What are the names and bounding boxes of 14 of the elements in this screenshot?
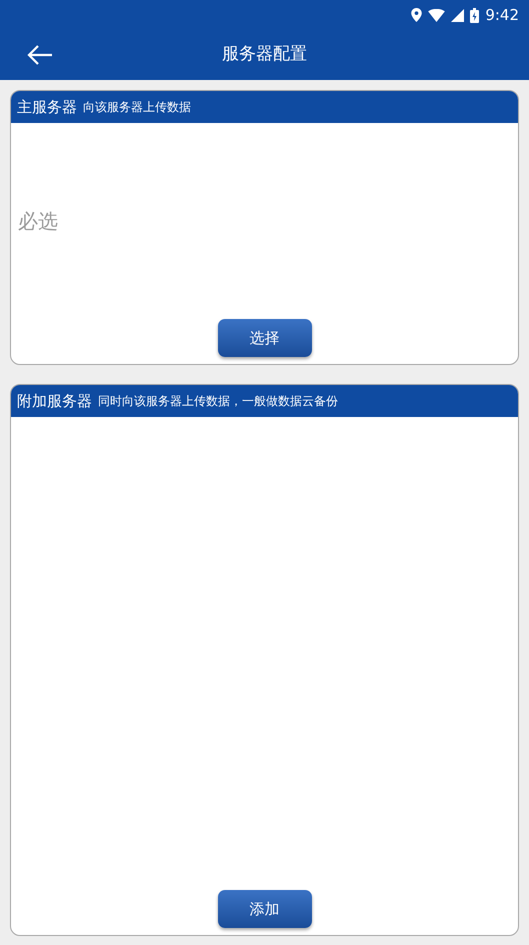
signal-icon bbox=[451, 8, 464, 22]
section-title: 主服务器 bbox=[17, 96, 77, 118]
action-button[interactable]: 添加 bbox=[218, 890, 312, 928]
page-title: 服务器配置 bbox=[222, 43, 307, 66]
wifi-icon bbox=[428, 8, 446, 22]
back-arrow-icon bbox=[27, 45, 53, 65]
battery-icon bbox=[470, 8, 480, 22]
location-icon bbox=[411, 8, 422, 22]
section-subtitle: 同时向该服务器上传数据，一般做数据云备份 bbox=[98, 393, 338, 410]
status-time: 9:42 bbox=[485, 4, 519, 26]
required-note: 必选 bbox=[18, 208, 58, 235]
action-button[interactable]: 选择 bbox=[218, 319, 312, 357]
section-title: 附加服务器 bbox=[17, 390, 92, 412]
section-subtitle: 向该服务器上传数据 bbox=[83, 99, 191, 116]
